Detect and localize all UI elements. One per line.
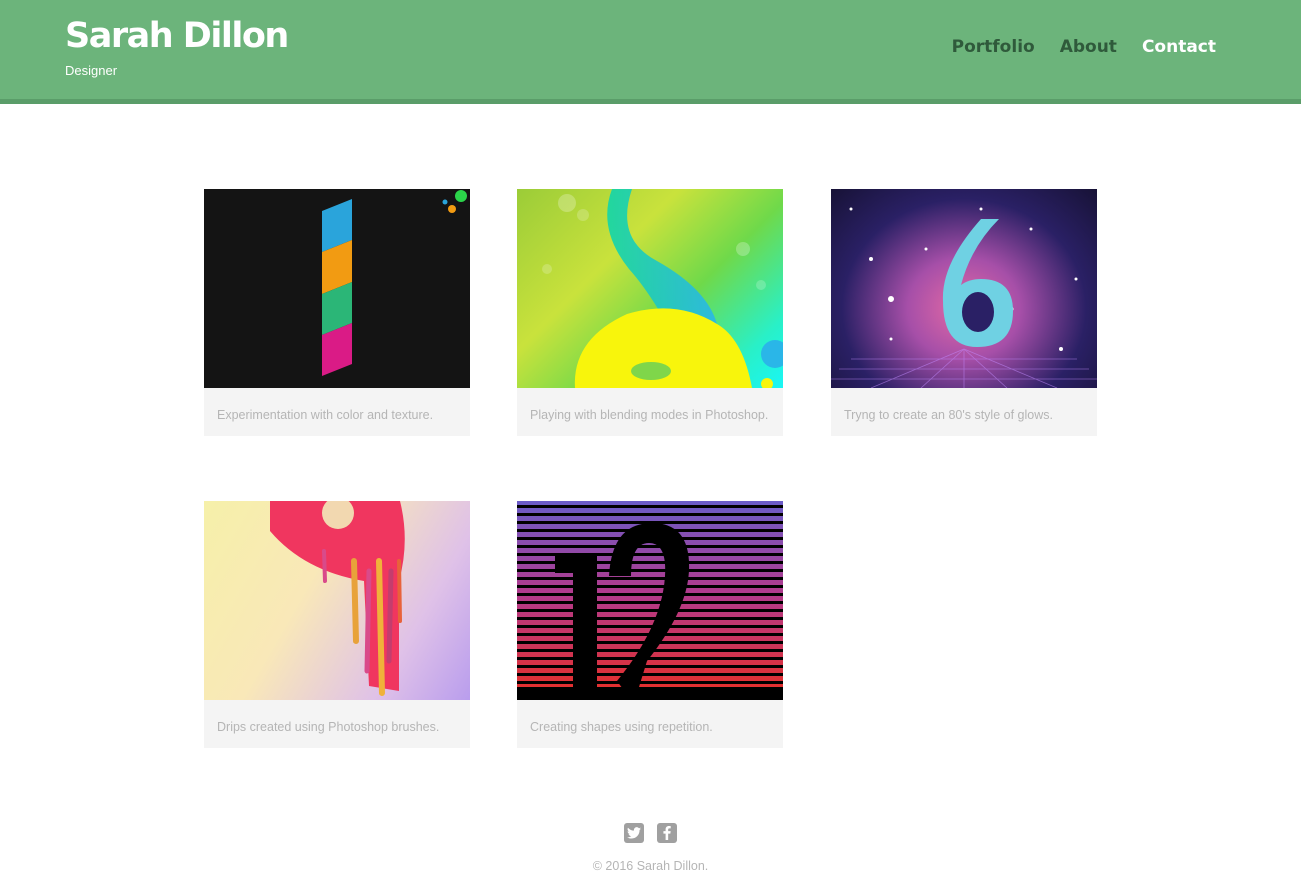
card-caption: Drips created using Photoshop brushes. [217, 720, 440, 734]
nav-about[interactable]: About [1060, 36, 1117, 58]
eight-shape [542, 189, 783, 388]
portfolio-card[interactable]: Drips created using Photoshop brushes. [204, 501, 470, 748]
nine-shape [270, 501, 405, 696]
portfolio-card[interactable]: Experimentation with color and texture. [204, 189, 470, 436]
striped-bar [322, 198, 352, 377]
card-caption: Experimentation with color and texture. [217, 408, 434, 422]
main-nav: Portfolio About Contact [952, 36, 1216, 58]
social-links [624, 823, 677, 843]
copyright-text: © 2016 Sarah Dillon. [592, 859, 709, 873]
facebook-icon[interactable] [657, 823, 677, 843]
card-caption: Creating shapes using repetition. [530, 720, 713, 734]
twelve-shape [517, 501, 783, 700]
six-shape [831, 207, 1097, 388]
number-1-artwork[interactable] [204, 189, 470, 388]
number-12-artwork[interactable] [517, 501, 783, 700]
portfolio-card[interactable]: Creating shapes using repetition. [517, 501, 783, 748]
card-caption: Tryng to create an 80's style of glows. [844, 408, 1053, 422]
site-header: Sarah Dillon Designer Portfolio About Co… [0, 0, 1301, 104]
site-tagline: Designer [65, 63, 118, 78]
site-title[interactable]: Sarah Dillon [65, 14, 289, 58]
paint-drops [442, 190, 467, 213]
nav-portfolio[interactable]: Portfolio [952, 36, 1035, 58]
twitter-icon[interactable] [624, 823, 644, 843]
number-9-artwork[interactable] [204, 501, 470, 700]
number-8-artwork[interactable] [517, 189, 783, 388]
number-6-artwork[interactable] [831, 189, 1097, 388]
card-caption: Playing with blending modes in Photoshop… [530, 408, 769, 422]
portfolio-card[interactable]: Tryng to create an 80's style of glows. [831, 189, 1097, 436]
portfolio-card[interactable]: Playing with blending modes in Photoshop… [517, 189, 783, 436]
nav-contact[interactable]: Contact [1142, 36, 1216, 58]
